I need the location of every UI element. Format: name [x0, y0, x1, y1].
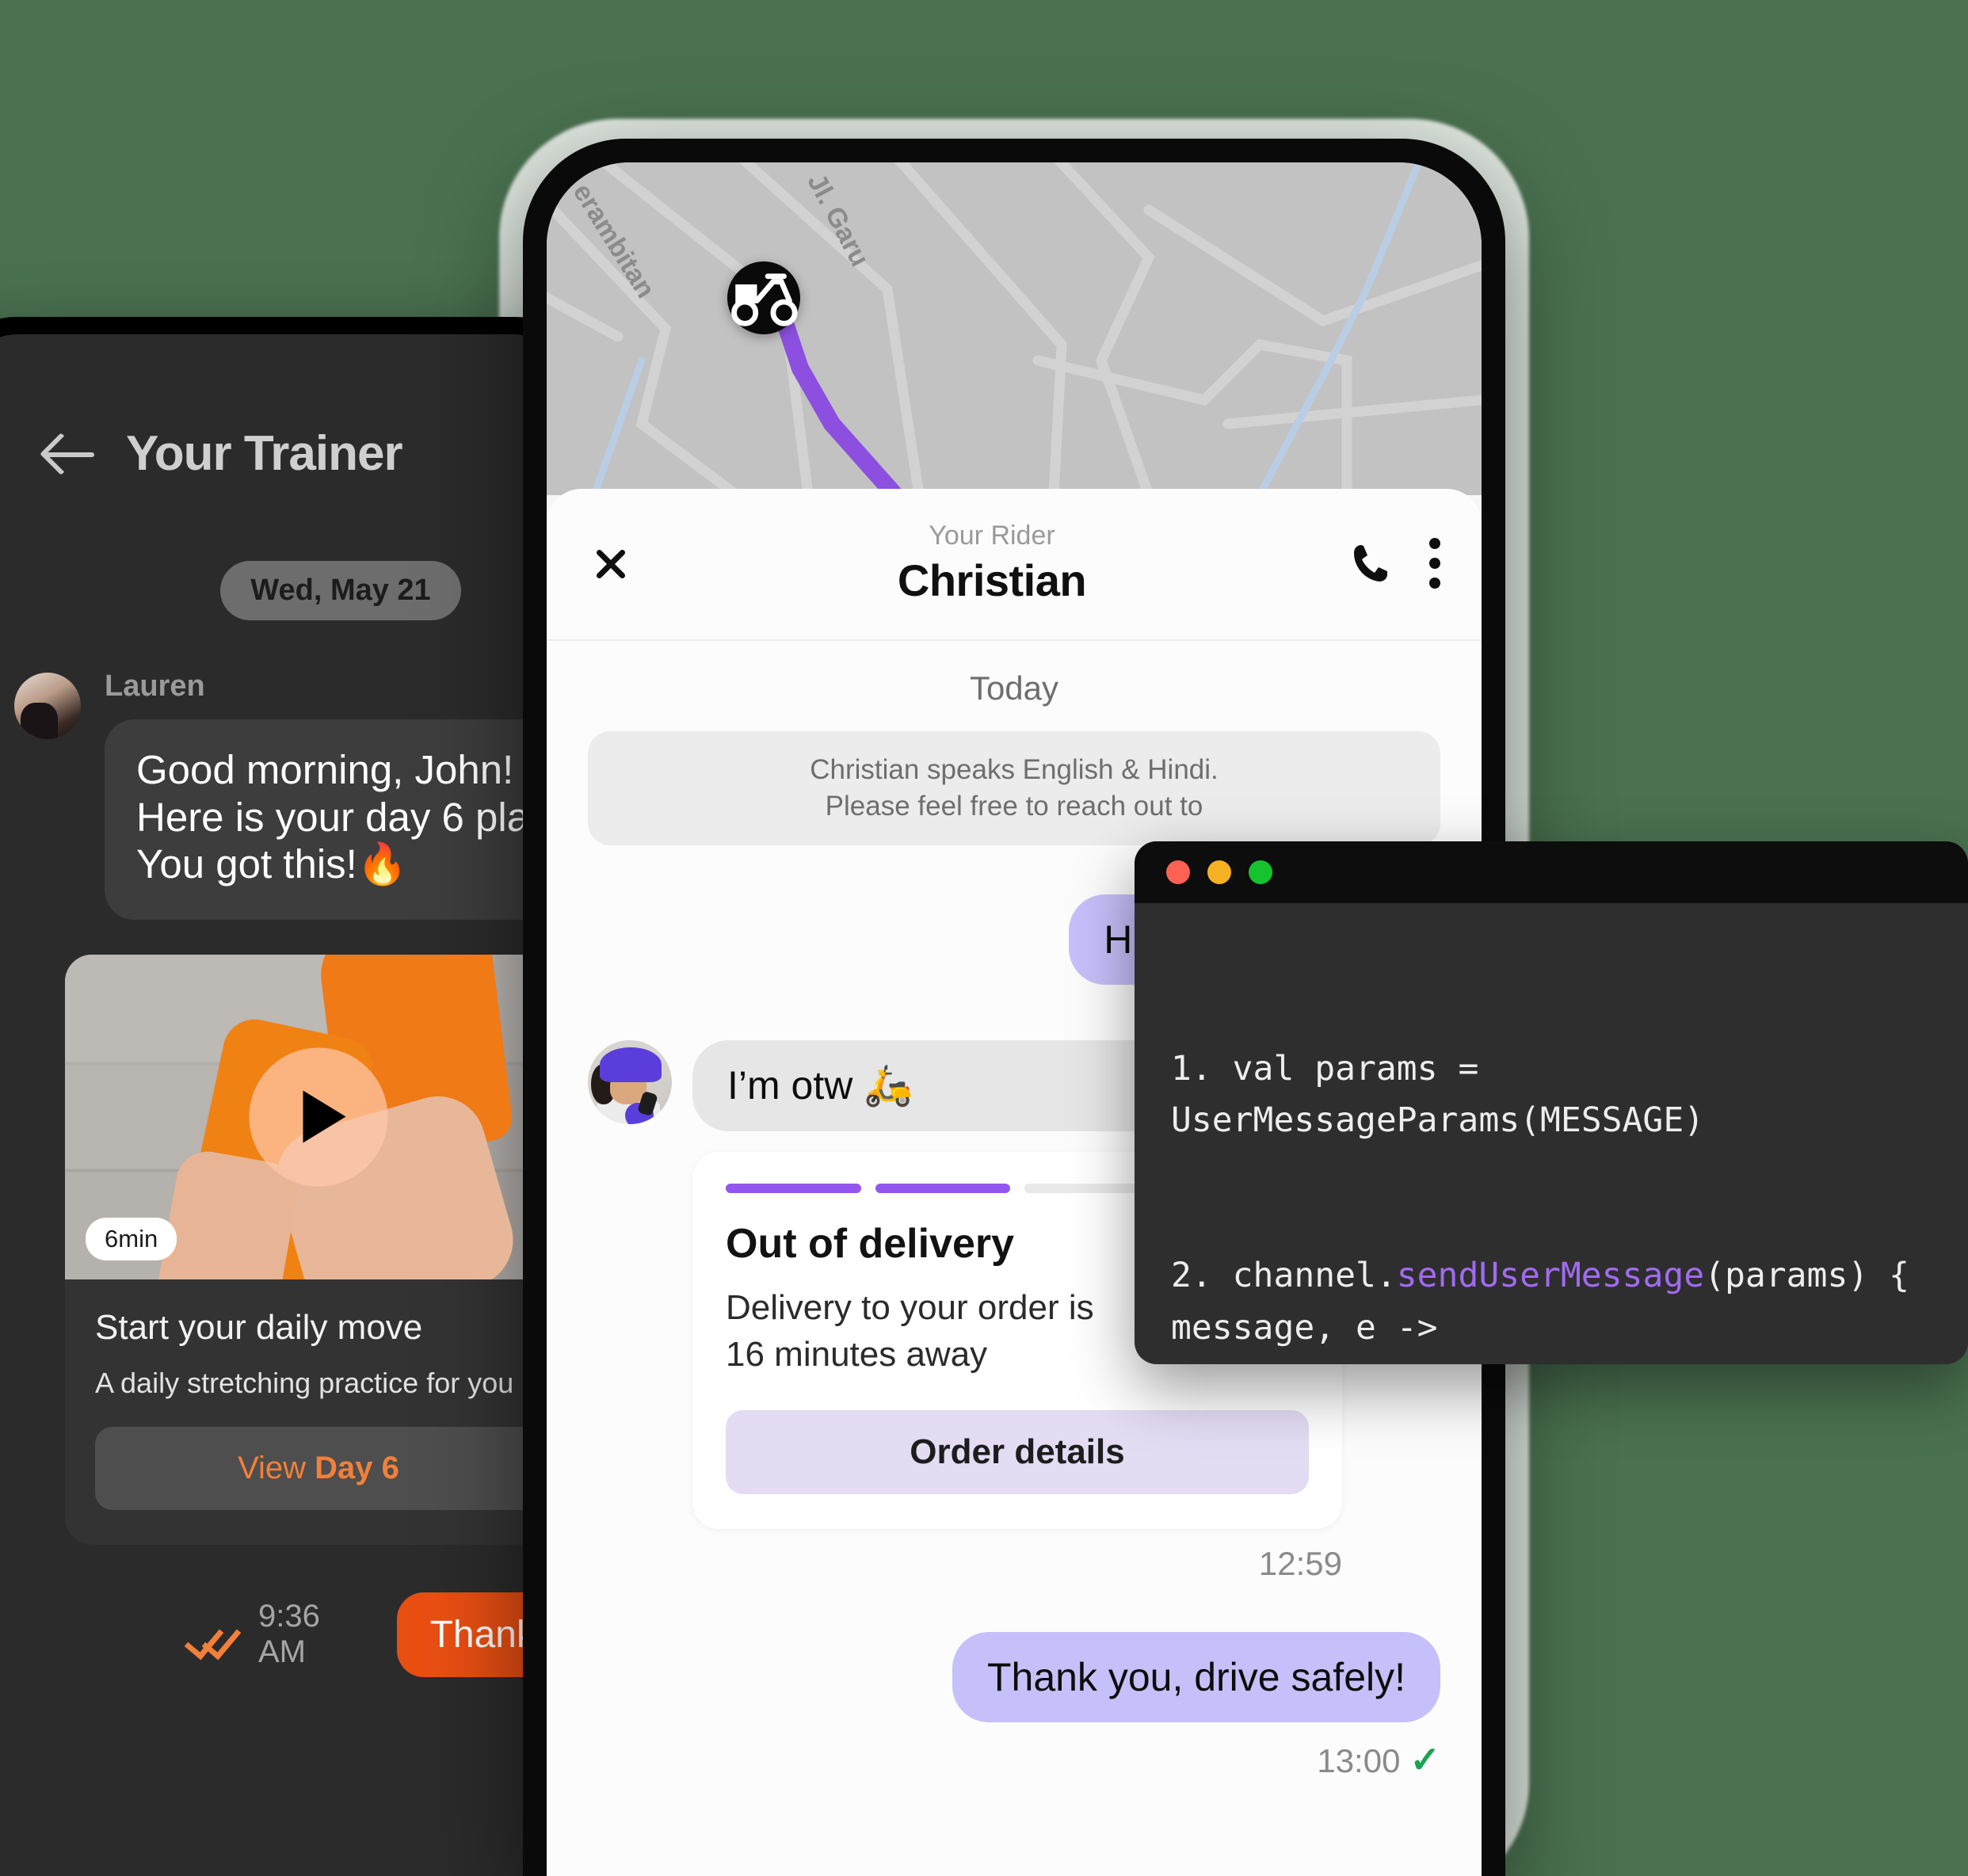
code-text: val params = UserMessageParams(MESSAGE) — [1171, 1048, 1705, 1141]
rider-label: Your Rider — [929, 520, 1055, 551]
video-subtitle: A daily stretching practice for you — [95, 1366, 514, 1399]
message-status-row: 9:36 AM Thank — [0, 1545, 569, 1677]
code-snippet-window: 1. val params = UserMessageParams(MESSAG… — [1135, 841, 1968, 1364]
last-message-status: 13:00 ✓ — [588, 1722, 1440, 1781]
day-divider: Today — [969, 669, 1059, 707]
avatar — [11, 669, 84, 742]
date-divider-row: Wed, May 21 — [0, 561, 569, 620]
message-timestamp: 9:36 AM — [258, 1599, 320, 1670]
message-line: You got this!🔥 — [136, 841, 408, 887]
left-phone-frame: Your Trainer Wed, May 21 Lauren Good mor… — [0, 317, 586, 1876]
code-text: channel. — [1232, 1256, 1397, 1296]
play-icon[interactable] — [249, 1047, 388, 1187]
avatar — [588, 1040, 672, 1125]
screenshot-stage: Your Trainer Wed, May 21 Lauren Good mor… — [0, 0, 1968, 1876]
sender-name: Lauren — [105, 669, 205, 703]
maximize-traffic-light[interactable] — [1249, 860, 1272, 884]
trainer-header: Your Trainer — [0, 334, 569, 482]
message-row-outgoing: Thank you, drive safely! — [588, 1632, 1440, 1723]
minimize-traffic-light[interactable] — [1207, 860, 1231, 884]
message-line: Good morning, John! — [136, 747, 514, 792]
phone-icon[interactable] — [1350, 541, 1391, 585]
view-day-value: Day 6 — [315, 1450, 399, 1485]
code-line: 1. val params = UserMessageParams(MESSAG… — [1171, 1043, 1932, 1147]
line-number: 2. — [1171, 1256, 1212, 1296]
code-keyword: sendUserMessage — [1396, 1256, 1705, 1296]
view-day-button[interactable]: View Day 6 — [95, 1426, 542, 1510]
system-message: Christian speaks English & Hindi. Please… — [588, 731, 1440, 846]
incoming-message-row: Lauren Good morning, John! Here is your … — [0, 620, 569, 920]
code-line: 2. channel.sendUserMessage(params) { mes… — [1171, 1250, 1932, 1354]
progress-step — [875, 1184, 1010, 1194]
window-titlebar — [1135, 841, 1968, 903]
date-divider: Wed, May 21 — [220, 561, 461, 620]
system-message-line: Christian speaks English & Hindi. — [810, 754, 1219, 785]
video-card[interactable]: 6min Start your daily move A daily stret… — [65, 954, 569, 1545]
kebab-menu-icon[interactable] — [1429, 538, 1440, 589]
duration-badge: 6min — [86, 1217, 177, 1260]
map-roads — [547, 162, 1482, 495]
message-bubble: Thank you, drive safely! — [952, 1632, 1440, 1723]
scooter-pin-icon[interactable] — [727, 261, 800, 334]
check-icon: ✓ — [1409, 1739, 1440, 1781]
delivery-map[interactable]: erambitan Jl. Garu — [547, 162, 1482, 495]
code-block: 1. val params = UserMessageParams(MESSAG… — [1135, 903, 1968, 1364]
message-line: Here is your day 6 pla — [136, 794, 530, 840]
rider-name: Christian — [897, 555, 1087, 605]
page-title: Your Trainer — [126, 426, 403, 481]
progress-step — [726, 1184, 861, 1194]
line-number: 1. — [1171, 1048, 1212, 1089]
video-thumbnail[interactable]: 6min — [65, 954, 569, 1279]
close-icon[interactable] — [588, 540, 634, 586]
system-message-line: Please feel free to reach out to — [825, 791, 1203, 822]
close-traffic-light[interactable] — [1166, 860, 1190, 884]
message-bubble: Good morning, John! Here is your day 6 p… — [105, 719, 569, 920]
order-details-button[interactable]: Order details — [726, 1410, 1309, 1495]
chat-header: Your Rider Christian — [547, 489, 1482, 641]
delivery-card-timestamp: 12:59 — [1258, 1545, 1342, 1583]
back-arrow-icon[interactable] — [45, 432, 94, 476]
video-title: Start your daily move — [95, 1307, 423, 1347]
last-message-timestamp: 13:00 — [1317, 1742, 1401, 1780]
double-check-icon — [192, 1619, 241, 1650]
view-label: View — [238, 1450, 315, 1485]
left-phone-screen: Your Trainer Wed, May 21 Lauren Good mor… — [0, 334, 569, 1876]
